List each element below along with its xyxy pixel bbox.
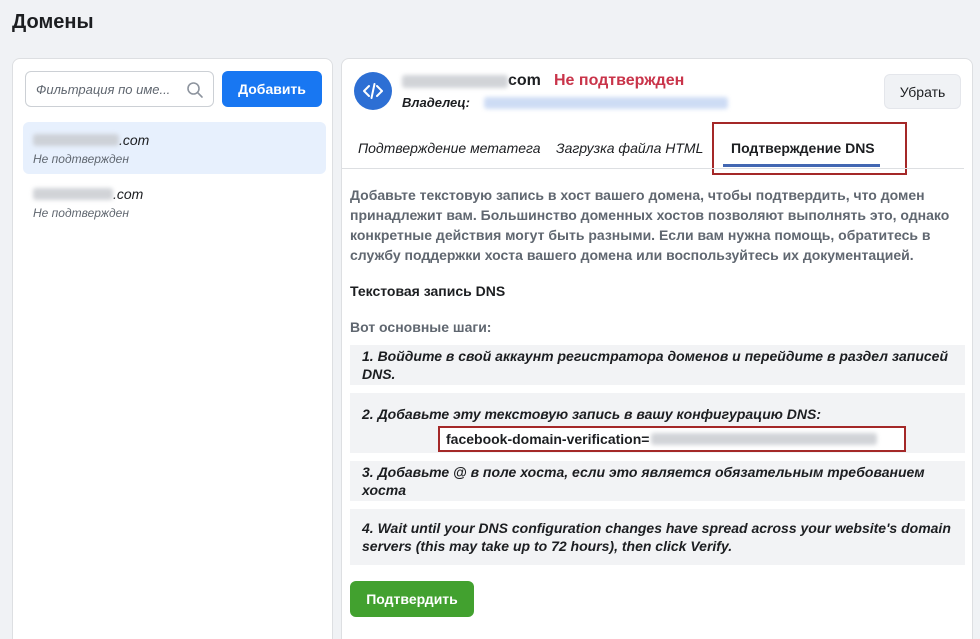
- domain-status: Не подтвержден: [33, 152, 129, 166]
- instructions-text: Добавьте текстовую запись в хост вашего …: [350, 187, 950, 263]
- step-text: 3. Добавьте @ в поле хоста, если это явл…: [362, 464, 925, 498]
- step-2: 2. Добавьте эту текстовую запись в вашу …: [350, 393, 965, 453]
- domain-suffix: com: [508, 72, 541, 89]
- redacted-domain: [402, 74, 508, 88]
- domain-list-item[interactable]: .com Не подтвержден: [23, 122, 326, 174]
- redacted-owner: [484, 96, 729, 109]
- redacted-domain: [33, 188, 113, 200]
- tabs-divider: [342, 168, 964, 169]
- tab-meta-tag[interactable]: Подтверждение метатега: [358, 140, 541, 156]
- steps-title: Вот основные шаги:: [350, 319, 492, 335]
- step-1: 1. Войдите в свой аккаунт регистратора д…: [350, 345, 965, 385]
- selected-domain-name: com: [402, 72, 541, 90]
- section-title: Текстовая запись DNS: [350, 283, 506, 299]
- domains-sidebar: Добавить .com Не подтвержден .com Не под…: [12, 58, 333, 639]
- redacted-domain: [33, 134, 119, 146]
- dns-record-value[interactable]: facebook-domain-verification=: [438, 426, 906, 452]
- code-icon: [354, 72, 392, 110]
- step-3: 3. Добавьте @ в поле хоста, если это явл…: [350, 461, 965, 501]
- page-title: Домены: [12, 11, 94, 33]
- step-4: 4. Wait until your DNS configuration cha…: [350, 509, 965, 565]
- step-text: 1. Войдите в свой аккаунт регистратора д…: [362, 348, 948, 382]
- search-icon[interactable]: [185, 80, 205, 100]
- filter-input[interactable]: [36, 81, 176, 97]
- domain-list-item[interactable]: .com Не подтвержден: [23, 176, 326, 228]
- domain-status: Не подтвержден: [33, 206, 129, 220]
- remove-domain-button[interactable]: Убрать: [884, 74, 961, 109]
- domain-suffix: .com: [119, 132, 150, 148]
- domain-name: .com: [33, 132, 316, 148]
- domain-name: .com: [33, 186, 316, 202]
- redacted-record-value: [651, 433, 878, 445]
- domain-suffix: .com: [113, 186, 144, 202]
- verification-status: Не подтвержден: [554, 72, 685, 89]
- owner-label: Владелец:: [402, 95, 471, 110]
- add-domain-button[interactable]: Добавить: [222, 71, 322, 107]
- step-text: 4. Wait until your DNS configuration cha…: [362, 520, 951, 554]
- verify-button[interactable]: Подтвердить: [350, 581, 474, 617]
- record-prefix: facebook-domain-verification=: [446, 431, 650, 447]
- tab-html-file[interactable]: Загрузка файла HTML: [556, 140, 703, 156]
- step-text: 2. Добавьте эту текстовую запись в вашу …: [362, 406, 821, 422]
- domain-details-panel: com Не подтвержден Владелец: Убрать Подт…: [341, 58, 973, 639]
- filter-box[interactable]: [25, 71, 214, 107]
- owner-line: Владелец:: [402, 95, 729, 110]
